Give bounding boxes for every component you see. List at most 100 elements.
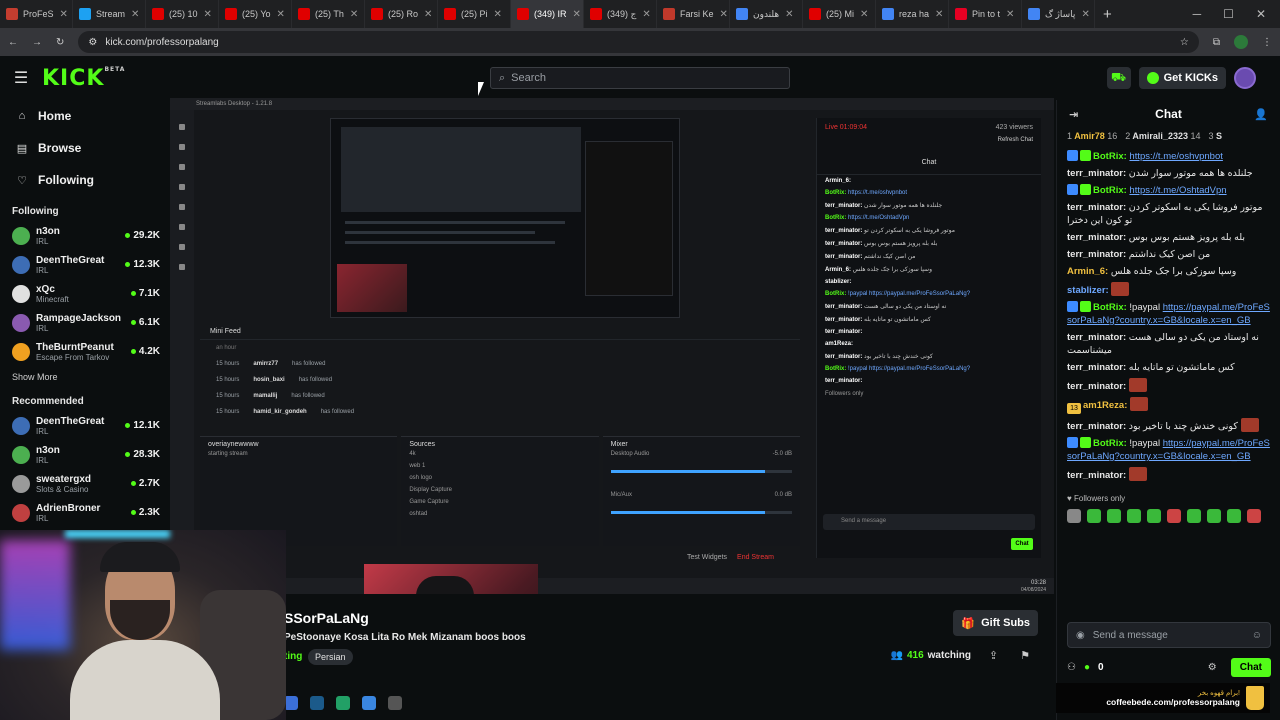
chat-username[interactable]: Armin_6: bbox=[1067, 266, 1108, 277]
bookmark-star-icon[interactable]: ☆ bbox=[1180, 37, 1189, 48]
reload-icon[interactable]: ↻ bbox=[56, 37, 64, 48]
browser-tab[interactable]: پاساژ گ ✕ bbox=[1022, 0, 1095, 28]
channel-item[interactable]: n3on IRL 28.3K bbox=[0, 440, 170, 469]
forward-icon[interactable]: → bbox=[32, 37, 42, 48]
tab-favicon-icon bbox=[225, 8, 237, 20]
channel-item[interactable]: DeenTheGreat IRL 12.3K bbox=[0, 250, 170, 279]
chat-username[interactable]: terr_minator: bbox=[1067, 470, 1126, 481]
chat-settings-icon[interactable]: ◉ bbox=[1076, 630, 1085, 641]
user-avatar[interactable] bbox=[1234, 67, 1256, 89]
chat-username[interactable]: terr_minator: bbox=[1067, 362, 1126, 373]
close-window-icon[interactable]: ✕ bbox=[1256, 7, 1266, 21]
chat-username[interactable]: terr_minator: bbox=[1067, 381, 1126, 392]
tab-close-icon[interactable]: ✕ bbox=[860, 9, 868, 20]
back-icon[interactable]: ← bbox=[8, 37, 18, 48]
browser-tab[interactable]: Stream ✕ bbox=[73, 0, 146, 28]
settings-gear-icon[interactable]: ⚙ bbox=[1208, 662, 1217, 673]
channel-item[interactable]: xQc Minecraft 7.1K bbox=[0, 279, 170, 308]
get-kicks-button[interactable]: Get KICKs bbox=[1138, 67, 1226, 89]
browser-tab[interactable]: reza ha ✕ bbox=[876, 0, 949, 28]
browser-tab[interactable]: (349) ج ✕ bbox=[584, 0, 657, 28]
chat-username[interactable]: terr_minator: bbox=[1067, 202, 1126, 213]
chat-users-icon[interactable]: 👤 bbox=[1254, 108, 1268, 121]
site-info-icon[interactable]: ⚙ bbox=[88, 37, 97, 48]
chat-username[interactable]: terr_minator: bbox=[1067, 421, 1126, 432]
chat-username[interactable]: stablizer: bbox=[1067, 285, 1109, 296]
chat-username[interactable]: terr_minator: bbox=[1067, 232, 1126, 243]
share-icon[interactable]: ⇪ bbox=[989, 649, 998, 662]
browser-tab[interactable]: (25) Ro ✕ bbox=[365, 0, 438, 28]
chat-username[interactable]: BotRix: bbox=[1093, 151, 1127, 162]
browser-tab[interactable]: (25) Yo ✕ bbox=[219, 0, 292, 28]
nav-browse[interactable]: ▤ Browse bbox=[0, 132, 170, 164]
gift-kicks-icon[interactable]: ⛟ bbox=[1106, 67, 1131, 89]
channel-item[interactable]: n3on IRL 29.2K bbox=[0, 221, 170, 250]
channel-item[interactable]: DeenTheGreat IRL 12.1K bbox=[0, 411, 170, 440]
gift-subs-button[interactable]: 🎁 Gift Subs bbox=[953, 610, 1038, 636]
tab-close-icon[interactable]: ✕ bbox=[350, 9, 358, 20]
tab-close-icon[interactable]: ✕ bbox=[935, 9, 943, 20]
tab-close-icon[interactable]: ✕ bbox=[494, 9, 502, 20]
browser-tab[interactable]: Pin to t ✕ bbox=[949, 0, 1022, 28]
profile-avatar-icon[interactable] bbox=[1234, 35, 1248, 49]
chat-username[interactable]: BotRix: bbox=[1093, 185, 1127, 196]
browser-tab[interactable]: (25) Th ✕ bbox=[292, 0, 365, 28]
hamburger-menu-icon[interactable]: ☰ bbox=[0, 68, 42, 88]
nav-home[interactable]: ⌂ Home bbox=[0, 100, 170, 132]
chat-username[interactable]: am1Reza: bbox=[1083, 400, 1127, 411]
browser-tab[interactable]: ProFeS ✕ bbox=[0, 0, 73, 28]
chat-username[interactable]: BotRix: bbox=[1093, 438, 1127, 449]
tab-close-icon[interactable]: ✕ bbox=[204, 9, 212, 20]
nav-following[interactable]: ♡ Following bbox=[0, 164, 170, 196]
channel-item[interactable]: AdrienBroner IRL 2.3K bbox=[0, 498, 170, 527]
send-message-placeholder: Send a message bbox=[1092, 629, 1168, 641]
browser-tab[interactable]: (349) IR ✕ bbox=[511, 0, 584, 28]
tag-persian[interactable]: Persian bbox=[308, 649, 353, 665]
send-message-input[interactable]: ◉ Send a message ☺ bbox=[1067, 622, 1271, 648]
tab-close-icon[interactable]: ✕ bbox=[642, 9, 650, 20]
browser-tab[interactable]: (25) Pi ✕ bbox=[438, 0, 511, 28]
chat-username[interactable]: terr_minator: bbox=[1067, 168, 1126, 179]
search-input[interactable]: ⌕ Search bbox=[490, 67, 790, 89]
tab-close-icon[interactable]: ✕ bbox=[1081, 9, 1089, 20]
tab-close-icon[interactable]: ✕ bbox=[720, 9, 728, 20]
chat-username[interactable]: terr_minator: bbox=[1067, 332, 1126, 343]
tab-close-icon[interactable]: ✕ bbox=[1006, 9, 1014, 20]
browser-tab[interactable]: (25) 10 ✕ bbox=[146, 0, 219, 28]
new-tab-button[interactable]: + bbox=[1095, 6, 1120, 23]
kick-logo[interactable]: KICKBETA bbox=[42, 66, 125, 91]
tab-close-icon[interactable]: ✕ bbox=[424, 9, 432, 20]
chat-username[interactable]: BotRix: bbox=[1093, 302, 1127, 313]
tab-close-icon[interactable]: ✕ bbox=[573, 9, 581, 20]
video-player[interactable]: Streamlabs Desktop - 1.21.8 Live 01:09:0… bbox=[170, 98, 1054, 594]
chat-link[interactable]: https://t.me/OshtadVpn bbox=[1129, 185, 1226, 196]
tab-close-icon[interactable]: ✕ bbox=[60, 9, 68, 20]
send-chat-button[interactable]: Chat bbox=[1230, 657, 1271, 677]
category-link[interactable]: ting bbox=[284, 651, 302, 662]
show-more-link[interactable]: Show More bbox=[0, 366, 170, 386]
tab-close-icon[interactable]: ✕ bbox=[131, 9, 139, 20]
browser-menu-icon[interactable]: ⋮ bbox=[1262, 37, 1272, 48]
browser-tab[interactable]: (25) Mi ✕ bbox=[803, 0, 876, 28]
chat-username[interactable]: terr_minator: bbox=[1067, 249, 1126, 260]
channel-item[interactable]: TheBurntPeanut Escape From Tarkov 4.2K bbox=[0, 337, 170, 366]
channel-item[interactable]: RampageJackson IRL 6.1K bbox=[0, 308, 170, 337]
chat-message: BotRix: https://t.me/oshvpnbot bbox=[1067, 150, 1270, 163]
collapse-chat-icon[interactable]: ⇥ bbox=[1069, 108, 1078, 121]
browser-tab[interactable]: Farsi Ke ✕ bbox=[657, 0, 730, 28]
minimize-icon[interactable]: ─ bbox=[1193, 7, 1202, 21]
channel-item[interactable]: sweatergxd Slots & Casino 2.7K bbox=[0, 469, 170, 498]
extensions-icon[interactable]: ⧉ bbox=[1213, 37, 1220, 48]
emoji-icon[interactable]: ☺ bbox=[1252, 630, 1262, 641]
streamer-name[interactable]: SSorPaLaNg bbox=[284, 610, 369, 626]
chat-users-small-icon[interactable]: ⚇ bbox=[1067, 662, 1076, 673]
feed-time: 15 hours bbox=[216, 361, 240, 367]
report-flag-icon[interactable]: ⚑ bbox=[1020, 649, 1030, 662]
chat-link[interactable]: https://t.me/oshvpnbot bbox=[1129, 151, 1222, 162]
tab-close-icon[interactable]: ✕ bbox=[785, 9, 793, 20]
browser-tab[interactable]: هلندون ✕ bbox=[730, 0, 803, 28]
chat-messages: BotRix: https://t.me/oshvpnbot terr_minat… bbox=[1057, 144, 1280, 488]
maximize-icon[interactable]: ☐ bbox=[1223, 7, 1234, 21]
url-field[interactable]: ⚙ kick.com/professorpalang ☆ bbox=[78, 31, 1199, 53]
tab-close-icon[interactable]: ✕ bbox=[277, 9, 285, 20]
